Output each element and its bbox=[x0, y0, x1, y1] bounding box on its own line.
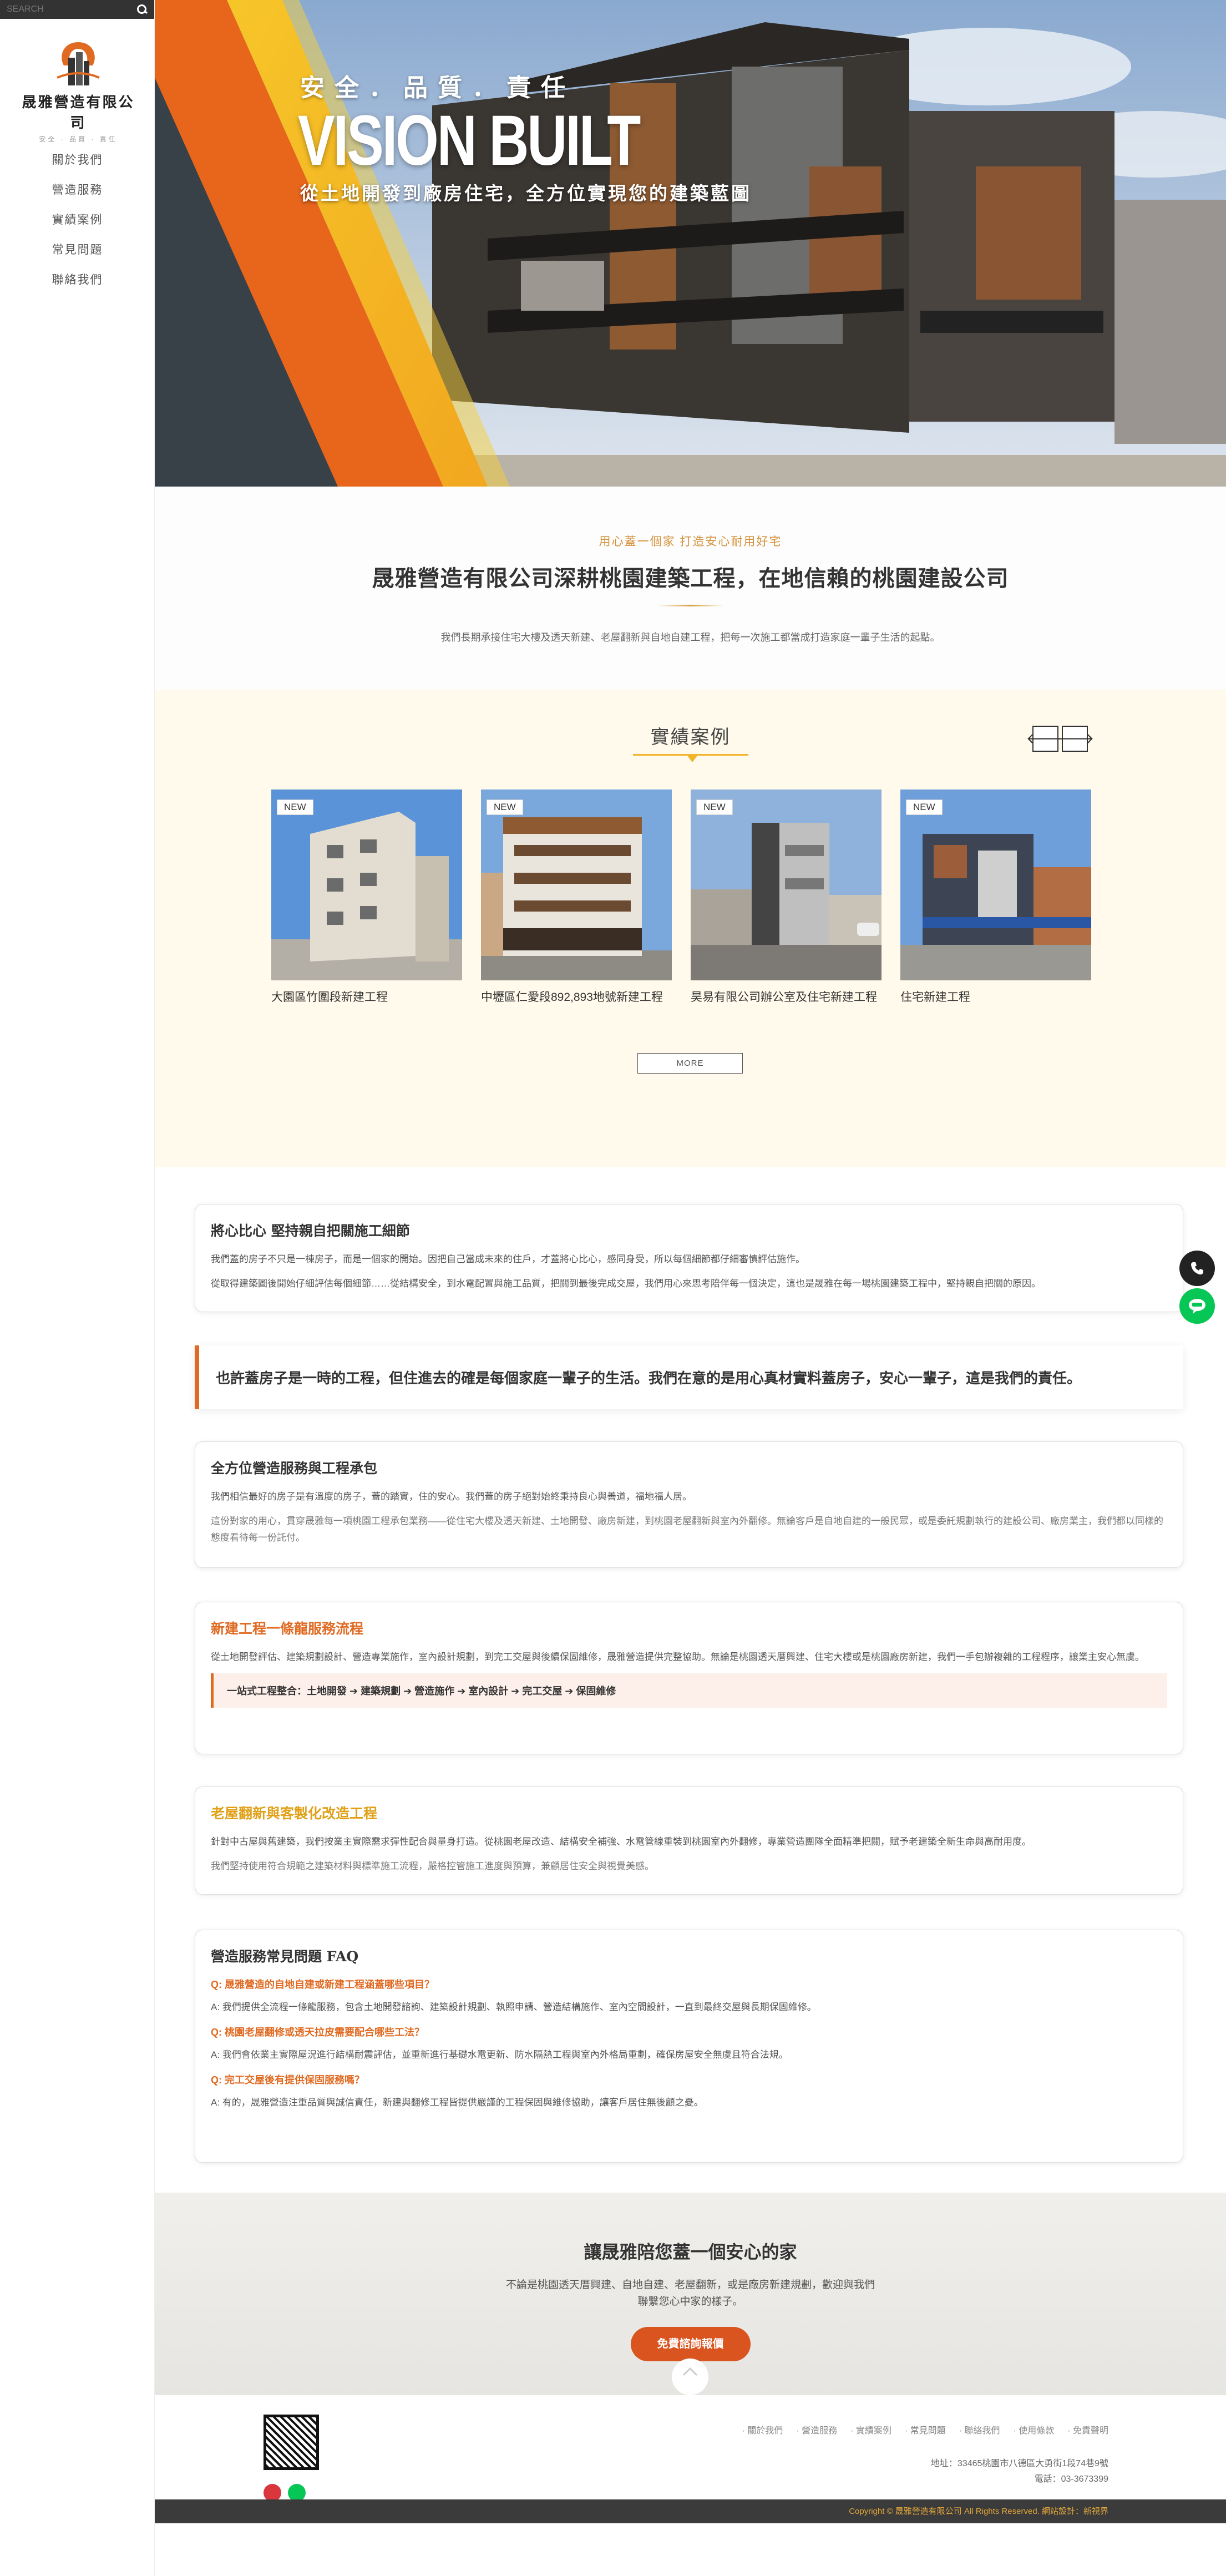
faq-title: 營造服務常見問題 FAQ bbox=[211, 1949, 359, 1965]
search-input[interactable] bbox=[7, 4, 129, 14]
intro-text: 我們長期承接住宅大樓及透天新建、老屋翻新與自地自建工程，把每一次施工都當成打造家… bbox=[440, 632, 940, 643]
faq-answer: A: 我們提供全流程一條龍服務，包含土地開發諮詢、建築設計規劃、執照申請、營造結… bbox=[211, 2002, 817, 2012]
brand-logo[interactable]: 晟雅營造有限公司 安全 · 品質 · 責任 bbox=[18, 39, 139, 144]
float-line-button[interactable] bbox=[1179, 1288, 1215, 1324]
footer-address: 地址：33465桃園市八德區大勇街1段74巷9號 bbox=[930, 2459, 1108, 2468]
cases-title-marker bbox=[687, 756, 697, 762]
section-services-text: 這份對家的用心，貫穿晟雅每一項桃園工程承包業務——從住宅大樓及透天新建、土地開發… bbox=[211, 1516, 1163, 1543]
section-renovation-title: 老屋翻新與客製化改造工程 bbox=[211, 1805, 378, 1821]
new-badge: NEW bbox=[487, 799, 523, 815]
section-renovation: 老屋翻新與客製化改造工程 針對中古屋與舊建築，我們按業主實際需求彈性配合與量身打… bbox=[195, 1787, 1183, 1895]
case-image[interactable]: NEW bbox=[900, 789, 1091, 980]
case-card[interactable]: NEW 大園區竹圍段新建工程 bbox=[271, 789, 462, 1005]
footer-link-terms[interactable]: · 使用條款 bbox=[1013, 2423, 1054, 2436]
footer-contact-info: 地址：33465桃園市八德區大勇街1段74巷9號 電話：03-3673399 bbox=[931, 2456, 1108, 2487]
case-image[interactable]: NEW bbox=[691, 789, 881, 980]
brand-name: 晟雅營造有限公司 bbox=[22, 94, 135, 131]
new-badge: NEW bbox=[277, 799, 313, 815]
new-badge: NEW bbox=[696, 799, 733, 815]
carousel-arrows: 🡐 🡒 bbox=[1026, 726, 1094, 752]
hero-banner: 安全．品質．責任 VISION BUILT 從土地開發到廠房住宅，全方位實現您的… bbox=[155, 0, 1226, 487]
cta-text-line: 聯繫您心中家的樣子。 bbox=[637, 2296, 743, 2307]
cta-title: 讓晟雅陪您蓋一個安心的家 bbox=[584, 2241, 797, 2263]
section-care-title: 將心比心 堅持親自把關施工細節 bbox=[211, 1223, 410, 1239]
nav-item-faq[interactable]: 常見問題 bbox=[0, 235, 155, 265]
search-bar bbox=[0, 0, 154, 19]
case-image[interactable]: NEW bbox=[271, 789, 462, 980]
case-caption[interactable]: 住宅新建工程 bbox=[900, 988, 1091, 1005]
faq-answer: A: 有的，晟雅營造注重品質與誠信責任，新建與翻修工程皆提供嚴謹的工程保固與維修… bbox=[211, 2097, 703, 2108]
case-card[interactable]: NEW 中壢區仁愛段892,893地號新建工程 bbox=[481, 789, 672, 1005]
section-process: 新建工程一條龍服務流程 從土地開發評估、建築規劃設計、營造專業施作，室內設計規劃… bbox=[195, 1602, 1183, 1754]
case-cards: NEW 大園區竹圍段新建工程 NEW 中壢區仁愛段892,893地號新建工程 N… bbox=[271, 789, 1091, 1005]
nav-item-services[interactable]: 營造服務 bbox=[0, 175, 155, 205]
faq-question[interactable]: Q: 桃園老屋翻修或透天拉皮需要配合哪些工法？ bbox=[211, 2025, 1167, 2039]
float-phone-button[interactable] bbox=[1179, 1251, 1215, 1286]
new-badge: NEW bbox=[906, 799, 943, 815]
section-faq: 營造服務常見問題 FAQ Q: 晟雅營造的自地自建或新建工程涵蓋哪些項目？ A:… bbox=[195, 1930, 1183, 2163]
footer-links: · 關於我們 · 營造服務 · 實績案例 · 常見問題 · 聯絡我們 · 使用條… bbox=[742, 2423, 1108, 2436]
footer-link-services[interactable]: · 營造服務 bbox=[796, 2423, 837, 2436]
case-card[interactable]: NEW 昊易有限公司辦公室及住宅新建工程 bbox=[691, 789, 881, 1005]
free-quote-button[interactable]: 免費諮詢報價 bbox=[630, 2327, 751, 2361]
nav-item-contact[interactable]: 聯絡我們 bbox=[0, 265, 155, 295]
footer-phone: 電話：03-3673399 bbox=[1034, 2474, 1108, 2484]
cases-section: 實績案例 🡐 🡒 NEW 大園區竹圍段新建工程 NEW 中壢區仁愛段892,89… bbox=[155, 690, 1226, 1167]
main-content: 安全．品質．責任 VISION BUILT 從土地開發到廠房住宅，全方位實現您的… bbox=[155, 0, 1226, 2523]
hero-headline: VISION BUILT bbox=[298, 101, 641, 180]
case-caption[interactable]: 昊易有限公司辦公室及住宅新建工程 bbox=[691, 988, 881, 1005]
case-caption[interactable]: 大園區竹圍段新建工程 bbox=[271, 988, 462, 1005]
qr-code bbox=[264, 2415, 319, 2470]
hero-subline: 從土地開發到廠房住宅，全方位實現您的建築藍圖 bbox=[300, 183, 752, 204]
responsibility-quote: 也許蓋房子是一時的工程，但住進去的確是每個家庭一輩子的生活。我們在意的是用心真材… bbox=[195, 1345, 1183, 1409]
brand-slogan: 安全 · 品質 · 責任 bbox=[39, 135, 118, 143]
faq-question[interactable]: Q: 晟雅營造的自地自建或新建工程涵蓋哪些項目？ bbox=[211, 1977, 1167, 1991]
section-services-text: 我們相信最好的房子是有溫度的房子，蓋的踏實，住的安心。我們蓋的房子絕對始終秉持良… bbox=[211, 1491, 692, 1502]
section-care-text: 我們蓋的房子不只是一棟房子，而是一個家的開始。因把自己當成未來的住戶，才蓋將心比… bbox=[211, 1254, 805, 1264]
intro-divider bbox=[657, 605, 724, 606]
copyright-bar: Copyright © 晟雅營造有限公司 All Rights Reserved… bbox=[155, 2499, 1226, 2523]
process-flow: 一站式工程整合：土地開發 ➔ 建築規劃 ➔ 營造施作 ➔ 室內設計 ➔ 完工交屋… bbox=[211, 1673, 1167, 1708]
footer-link-faq[interactable]: · 常見問題 bbox=[905, 2423, 946, 2436]
section-services: 全方位營造服務與工程承包 我們相信最好的房子是有溫度的房子，蓋的踏實，住的安心。… bbox=[195, 1441, 1183, 1568]
cta-text-line: 不論是桃園透天厝興建、自地自建、老屋翻新，或是廠房新建規劃，歡迎與我們 bbox=[505, 2279, 875, 2291]
footer-link-cases[interactable]: · 實績案例 bbox=[850, 2423, 891, 2436]
hero-tagline: 安全．品質．責任 bbox=[300, 74, 575, 102]
intro-subtitle: 用心蓋一個家 打造安心耐用好宅 bbox=[599, 535, 782, 548]
section-renovation-text: 針對中古屋與舊建築，我們按業主實際需求彈性配合與量身打造。從桃園老屋改造、結構安… bbox=[211, 1836, 1031, 1847]
main-nav: 關於我們 營造服務 實績案例 常見問題 聯絡我們 bbox=[0, 145, 155, 295]
intro-title: 晟雅營造有限公司深耕桃園建築工程，在地信賴的桃園建設公司 bbox=[372, 566, 1009, 591]
nav-item-about[interactable]: 關於我們 bbox=[0, 145, 155, 175]
footer-link-contact[interactable]: · 聯絡我們 bbox=[959, 2423, 1000, 2436]
arrow-right-icon: 🡒 bbox=[1055, 730, 1095, 747]
carousel-prev-button[interactable]: 🡐 bbox=[1026, 726, 1065, 752]
carousel-next-button[interactable]: 🡒 bbox=[1056, 726, 1094, 752]
faq-question[interactable]: Q: 完工交屋後有提供保固服務嗎？ bbox=[211, 2072, 1167, 2087]
case-image[interactable]: NEW bbox=[481, 789, 672, 980]
more-button[interactable]: MORE bbox=[637, 1053, 743, 1074]
section-care-text: 從取得建築圖後開始仔細評估每個細節……從結構安全，到水電配置與施工品質，把關到最… bbox=[211, 1278, 1041, 1289]
intro-section: 用心蓋一個家 打造安心耐用好宅 晟雅營造有限公司深耕桃園建築工程，在地信賴的桃園… bbox=[155, 487, 1226, 690]
section-process-text: 從土地開發評估、建築規劃設計、營造專業施作，室內設計規劃，到完工交屋與後續保固維… bbox=[211, 1652, 1144, 1662]
case-card[interactable]: NEW 住宅新建工程 bbox=[900, 789, 1091, 1005]
footer: · 關於我們 · 營造服務 · 實績案例 · 常見問題 · 聯絡我們 · 使用條… bbox=[155, 2395, 1226, 2502]
back-to-top-button[interactable] bbox=[672, 2359, 708, 2395]
line-icon bbox=[1189, 1299, 1205, 1314]
section-care: 將心比心 堅持親自把關施工細節 我們蓋的房子不只是一棟房子，而是一個家的開始。因… bbox=[195, 1204, 1183, 1312]
cta-text: 不論是桃園透天厝興建、自地自建、老屋翻新，或是廠房新建規劃，歡迎與我們 聯繫您心中… bbox=[155, 2277, 1226, 2310]
phone-icon bbox=[1191, 1262, 1203, 1275]
case-caption[interactable]: 中壢區仁愛段892,893地號新建工程 bbox=[481, 988, 672, 1005]
section-renovation-text: 我們堅持使用符合規範之建築材料與標準施工流程，嚴格控管施工進度與預算，兼顧居住安… bbox=[211, 1861, 654, 1871]
section-services-title: 全方位營造服務與工程承包 bbox=[211, 1460, 378, 1476]
footer-link-about[interactable]: · 關於我們 bbox=[742, 2423, 783, 2436]
search-icon[interactable] bbox=[136, 4, 148, 15]
chevron-up-icon bbox=[682, 2367, 698, 2376]
footer-link-disclaimer[interactable]: · 免責聲明 bbox=[1067, 2423, 1108, 2436]
sidebar: 晟雅營造有限公司 安全 · 品質 · 責任 關於我們 營造服務 實績案例 常見問… bbox=[0, 0, 155, 2576]
faq-answer: A: 我們會依業主實際屋況進行結構耐震評估，並重新進行基礎水電更新、防水隔熱工程… bbox=[211, 2049, 788, 2060]
section-process-title: 新建工程一條龍服務流程 bbox=[211, 1621, 364, 1637]
cta-section: 讓晟雅陪您蓋一個安心的家 不論是桃園透天厝興建、自地自建、老屋翻新，或是廠房新建… bbox=[155, 2193, 1226, 2395]
nav-item-cases[interactable]: 實績案例 bbox=[0, 205, 155, 235]
logo-mark-icon bbox=[57, 42, 100, 85]
